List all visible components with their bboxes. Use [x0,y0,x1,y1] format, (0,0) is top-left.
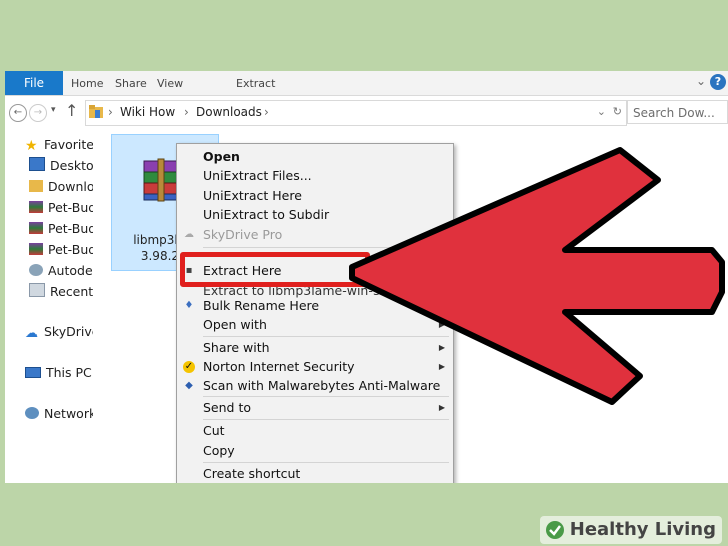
red-arrow-icon [349,147,725,405]
footer-band: Healthy Living [0,483,728,546]
healthy-living-logo-icon [545,521,564,539]
brand-text: Healthy Living [569,519,716,540]
pointer-arrow-annotation [349,147,725,405]
brand-watermark: Healthy Living [539,516,722,544]
